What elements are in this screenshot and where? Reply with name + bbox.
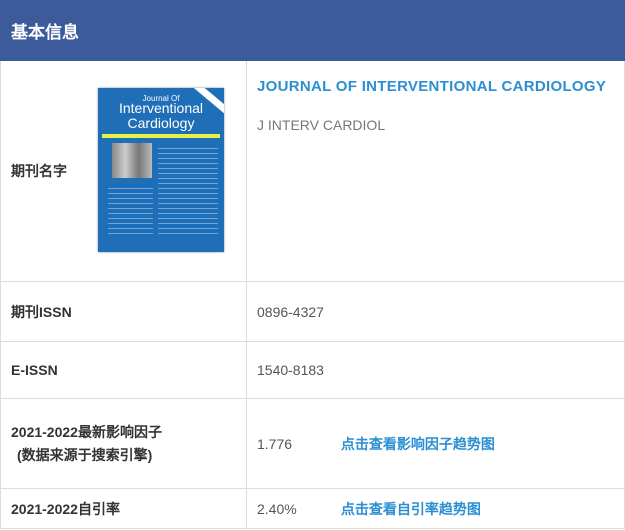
journal-cover-image: Journal Of Interventional Cardiology xyxy=(98,88,224,252)
journal-info-table: 基本信息 期刊名字 JOURNAL OF INTERVENTIONAL CARD… xyxy=(0,0,625,529)
impact-factor-cell: 1.776 点击查看影响因子趋势图 xyxy=(246,398,625,489)
journal-abbreviation: J INTERV CARDIOL xyxy=(257,117,386,133)
impact-factor-source: (数据来源于搜索引擎) xyxy=(17,447,153,463)
section-title: 基本信息 xyxy=(0,0,247,61)
eissn-value: 1540-8183 xyxy=(246,341,625,399)
journal-name-cell: JOURNAL OF INTERVENTIONAL CARDIOLOGY J I… xyxy=(246,60,625,282)
impact-factor-trend-link[interactable]: 点击查看影响因子趋势图 xyxy=(341,436,495,452)
self-citation-value: 2.40% xyxy=(257,500,297,517)
self-citation-cell: 2.40% 点击查看自引率趋势图 xyxy=(246,488,625,529)
row-impact-factor: 2021-2022最新影响因子 (数据来源于搜索引擎) 1.776 点击查看影响… xyxy=(0,398,625,489)
label-impact-factor: 2021-2022最新影响因子 (数据来源于搜索引擎) xyxy=(0,398,247,489)
row-eissn: E-ISSN 1540-8183 xyxy=(0,341,625,399)
impact-factor-label: 2021-2022最新影响因子 xyxy=(11,424,162,440)
cover-text-lines xyxy=(158,144,218,238)
journal-full-title-link[interactable]: JOURNAL OF INTERVENTIONAL CARDIOLOGY xyxy=(257,78,623,95)
label-self-citation: 2021-2022自引率 xyxy=(0,488,247,529)
cover-yellow-bar xyxy=(102,134,220,138)
cover-text-lines-left xyxy=(108,184,153,238)
table-header: 基本信息 xyxy=(0,0,625,61)
label-issn: 期刊ISSN xyxy=(0,281,247,342)
row-journal-name: 期刊名字 JOURNAL OF INTERVENTIONAL CARDIOLOG… xyxy=(0,60,625,282)
row-self-citation: 2021-2022自引率 2.40% 点击查看自引率趋势图 xyxy=(0,488,625,529)
issn-value: 0896-4327 xyxy=(246,281,625,342)
cover-text-title: Interventional Cardiology xyxy=(118,100,204,131)
header-empty xyxy=(246,0,625,61)
impact-factor-value: 1.776 xyxy=(257,435,293,452)
self-citation-trend-link[interactable]: 点击查看自引率趋势图 xyxy=(341,501,481,517)
row-issn: 期刊ISSN 0896-4327 xyxy=(0,281,625,342)
label-eissn: E-ISSN xyxy=(0,341,247,399)
cover-xray-image xyxy=(112,143,152,178)
